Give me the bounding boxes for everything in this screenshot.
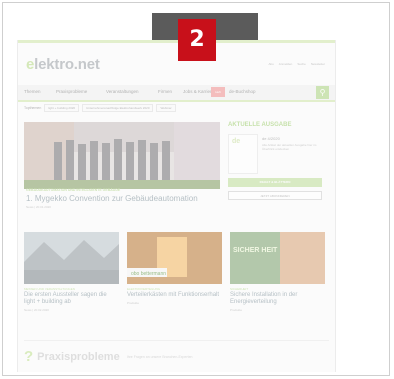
logo-prefix: e [26,56,35,73]
card-kicker: SICHERHEIT [230,287,249,291]
section-divider [24,340,329,341]
website-page: elektro.net Abo Anmelden Suche Newslette… [17,40,336,372]
card-kicker: ELEKTROVERTEILUNG [127,287,161,291]
issue-cover[interactable]: de [228,134,258,174]
nav-item-buchshop[interactable]: de-Buchshop [229,89,256,94]
card-title[interactable]: Sichere Installation in der Energieverte… [230,292,325,306]
card-brand-label: obo bettermann [131,271,166,277]
issue-heading: AKTUELLE AUSGABE [228,122,292,128]
issue-name: de 4/2020 [262,136,280,141]
top-link-abo[interactable]: Abo [268,62,273,66]
card-title[interactable]: Die ersten Aussteller sagen die light + … [24,292,119,306]
site-logo[interactable]: elektro.net [26,56,100,73]
nav-heft-label: Heft [215,90,221,94]
card-image [24,232,119,284]
top-accent-line [18,40,335,43]
hero-photo [24,122,220,189]
card-kicker: MESSEN UND VERANSTALTUNGEN [24,287,75,291]
card-brand-label: SICHER HEIT [233,247,278,254]
hero-kicker: GEBÄUDEAUTOMATION UND INTELLIGENTE GEBÄU… [26,188,121,192]
issue-description: Alle Artikel der aktuellen Ausgabe hier … [262,143,317,151]
topic-chip[interactable]: Unternehmensnachfolge Elektrohandwerk 20… [82,104,154,112]
card-title[interactable]: Verteilerkästen mit Funktionserhalt [127,292,222,299]
top-link-newsletter[interactable]: Newsletter [311,62,325,66]
question-mark-icon: ? [24,348,34,365]
nav-item-veranstaltungen[interactable]: Veranstaltungen [106,89,139,94]
step-number-badge: 2 [178,19,216,61]
top-link-anmelden[interactable]: Anmelden [279,62,293,66]
nav-item-themen[interactable]: Themen [24,89,41,94]
article-card[interactable]: obo bettermann ELEKTROVERTEILUNG Verteil… [127,232,222,305]
topics-bar: Topthemen light + building 2020 Unterneh… [24,104,176,112]
topic-chip[interactable]: light + building 2020 [44,104,80,112]
logo-rest: lektro.net [34,56,100,73]
hero-title[interactable]: 1. Mygekko Convention zur Gebäudeautomat… [26,194,222,203]
nav-item-jobs[interactable]: Jobs & Karriere [183,89,214,94]
top-links: Abo Anmelden Suche Newsletter [268,62,325,66]
issue-text: de 4/2020 Alle Artikel der aktuellen Aus… [262,136,322,151]
nav-item-praxisprobleme[interactable]: Praxisprobleme [56,89,87,94]
nav-item-firmen[interactable]: Firmen [158,89,172,94]
card-image: obo bettermann [127,232,222,284]
topic-chip[interactable]: Webinar [156,104,176,112]
article-card[interactable]: SICHER HEIT SICHERHEIT Sichere Installat… [230,232,325,312]
card-date: Produkte [127,301,140,305]
card-image: SICHER HEIT [230,232,325,284]
subscribe-button[interactable]: JETZT ABONNIEREN [228,191,322,200]
praxis-title[interactable]: Praxisprobleme [37,351,120,363]
current-issue-box: AKTUELLE AUSGABE de de 4/2020 Alle Artik… [228,122,328,200]
issue-cover-label: de [232,138,241,145]
topics-label: Topthemen [24,106,42,110]
nav-item-heft[interactable]: Heft [211,87,225,97]
hero-date: News | 20.01.2020 [26,205,51,209]
hero-caption: GEBÄUDEAUTOMATION UND INTELLIGENTE GEBÄU… [26,188,222,209]
praxisprobleme-section: ? Praxisprobleme Ihre Fragen an unsere B… [24,348,192,365]
browse-issue-button[interactable]: INHALT & BLÄTTERN [228,178,322,187]
card-date: News | 20.02.2020 [24,308,49,312]
article-card[interactable]: MESSEN UND VERANSTALTUNGEN Die ersten Au… [24,232,119,312]
card-date: Produkte [230,308,243,312]
praxis-subtitle: Ihre Fragen an unsere Branchen-Experten [126,354,193,359]
hero-image[interactable] [24,122,220,189]
search-icon[interactable]: ⚲ [316,86,329,99]
top-link-suche[interactable]: Suche [297,62,306,66]
main-nav: Themen Praxisprobleme Veranstaltungen Fi… [18,85,335,102]
